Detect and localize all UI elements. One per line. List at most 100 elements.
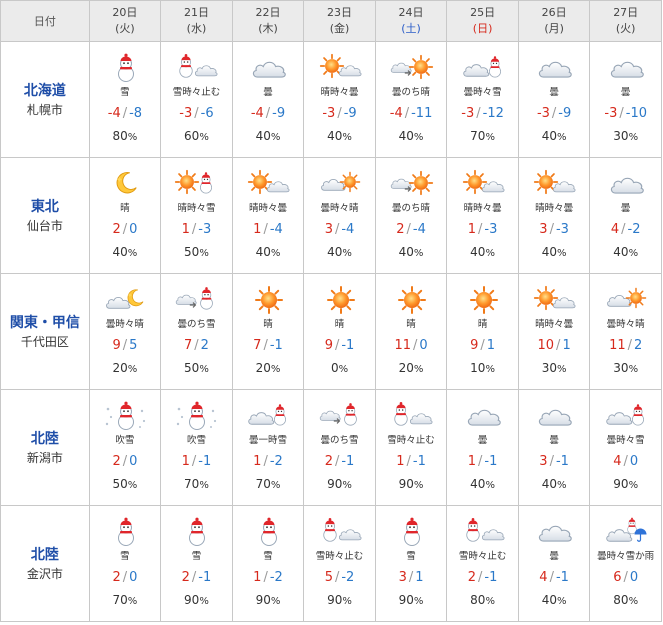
low-temp: 0 <box>129 222 138 237</box>
percent-unit: % <box>199 132 209 143</box>
weather-text: 晴 <box>477 319 488 330</box>
forecast-cell: 曇 -3/-9 40% <box>517 41 591 158</box>
percent-unit: % <box>556 248 567 259</box>
precip-value: 40 <box>327 129 343 143</box>
percent-unit: % <box>127 132 138 143</box>
weather-text: 曇時々晴 <box>105 319 144 330</box>
precip-probability: 50% <box>161 360 232 378</box>
high-temp: 6 <box>613 570 622 585</box>
high-temp: -3 <box>536 106 550 121</box>
region-name[interactable]: 東北 <box>1 197 89 217</box>
high-temp: 1 <box>181 454 190 469</box>
percent-unit: % <box>628 364 639 375</box>
cloud-icon <box>467 409 501 426</box>
low-temp: -1 <box>412 454 426 469</box>
precip-value: 40 <box>398 129 414 143</box>
precip-value: 20 <box>255 361 271 375</box>
percent-unit: % <box>556 364 567 375</box>
temp-separator: / <box>556 338 561 353</box>
precip-value: 90 <box>184 593 200 607</box>
precip-probability: 0% <box>304 360 375 378</box>
precip-probability: 90% <box>376 592 447 610</box>
cloud-then-snow-icon <box>176 286 214 310</box>
precip-probability: 40% <box>590 244 661 262</box>
precip-probability: 40% <box>304 128 375 146</box>
day-weekday: (水) <box>186 22 207 35</box>
region-name[interactable]: 北陸 <box>1 545 89 565</box>
precip-probability: 40% <box>519 476 590 494</box>
low-temp: -9 <box>272 106 286 121</box>
precip-value: 90 <box>398 593 414 607</box>
weather-text: 曇 <box>620 203 631 214</box>
precip-probability: 40% <box>376 128 447 146</box>
precip-value: 40 <box>541 245 557 259</box>
precip-value: 50 <box>184 361 200 375</box>
percent-unit: % <box>485 248 495 259</box>
region-name[interactable]: 関東・甲信 <box>1 313 89 333</box>
forecast-cell: 曇 -3/-10 30% <box>589 41 662 158</box>
high-temp: 7 <box>253 338 262 353</box>
precip-probability: 40% <box>376 244 447 262</box>
temperature: 3/-1 <box>519 454 590 470</box>
high-temp: 2 <box>467 570 477 585</box>
precip-probability: 70% <box>233 476 304 494</box>
high-temp: 2 <box>324 454 333 469</box>
precip-probability: 10% <box>447 360 518 378</box>
temperature: 3/-3 <box>519 222 590 238</box>
region-cell: 関東・甲信 千代田区 <box>0 273 90 390</box>
temperature: 7/-1 <box>233 338 304 354</box>
sun-icon <box>469 286 498 314</box>
forecast-cell: 曇 -4/-9 40% <box>231 41 305 158</box>
weather-text: 曇 <box>477 435 488 446</box>
snow-cloud-icon <box>465 517 505 542</box>
low-temp: -1 <box>269 338 283 353</box>
sun-cloud-icon <box>247 169 290 195</box>
weather-text: 晴 <box>334 319 345 330</box>
temperature: 11/2 <box>590 338 661 354</box>
sun-icon <box>398 286 427 314</box>
temperature: 11/0 <box>376 338 447 354</box>
precip-value: 40 <box>327 245 343 259</box>
temp-separator: / <box>478 570 483 585</box>
temperature: 1/-2 <box>233 570 304 586</box>
low-temp: -6 <box>200 106 214 121</box>
low-temp: -1 <box>341 338 355 353</box>
cloud-icon <box>538 409 572 426</box>
temp-separator: / <box>122 570 128 585</box>
percent-unit: % <box>127 364 138 375</box>
precip-value: 50 <box>184 245 200 259</box>
high-temp: -3 <box>179 106 193 121</box>
forecast-cell: 曇 4/-2 40% <box>589 157 662 274</box>
temperature: 6/0 <box>590 570 661 586</box>
region-name[interactable]: 北陸 <box>1 429 89 449</box>
percent-unit: % <box>270 248 281 259</box>
weather-text: 曇時々雪 <box>463 87 502 98</box>
percent-unit: % <box>485 480 495 491</box>
forecast-cell: 曇時々晴 9/5 20% <box>88 273 162 390</box>
percent-unit: % <box>628 248 639 259</box>
high-temp: 4 <box>610 222 620 237</box>
snow-cloud-icon <box>322 517 362 542</box>
high-temp: 2 <box>112 222 121 237</box>
day-date: 21日 <box>183 6 209 19</box>
precip-value: 90 <box>327 477 343 491</box>
low-temp: -4 <box>341 222 355 237</box>
precip-probability: 40% <box>447 244 518 262</box>
day-date: 25日 <box>470 6 496 19</box>
region-name[interactable]: 北海道 <box>1 81 89 101</box>
low-temp: -3 <box>198 222 212 237</box>
high-temp: 1 <box>253 454 262 469</box>
low-temp: -9 <box>558 106 572 121</box>
precip-value: 40 <box>470 477 486 491</box>
precip-probability: 50% <box>161 244 232 262</box>
low-temp: -2 <box>341 570 355 585</box>
precip-value: 80 <box>112 129 128 143</box>
temperature: -3/-6 <box>161 106 232 122</box>
low-temp: -1 <box>555 570 569 585</box>
percent-unit: % <box>413 480 424 491</box>
precip-value: 80 <box>470 593 486 607</box>
temperature: 1/-3 <box>447 222 518 238</box>
precip-probability: 70% <box>161 476 232 494</box>
temp-separator: / <box>549 222 554 237</box>
high-temp: 2 <box>112 454 121 469</box>
